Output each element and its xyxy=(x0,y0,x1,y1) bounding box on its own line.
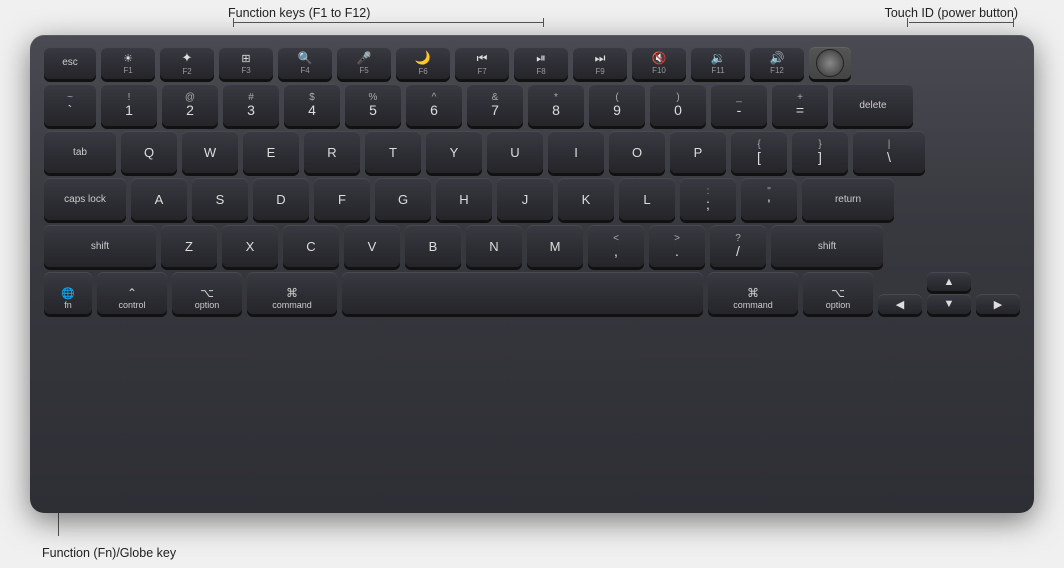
key-b[interactable]: B xyxy=(405,225,461,267)
key-equals[interactable]: + = xyxy=(772,84,828,126)
key-bracket-open[interactable]: { [ xyxy=(731,131,787,173)
key-arrow-down[interactable]: ▼ xyxy=(927,294,971,314)
touchid-line xyxy=(909,22,1014,23)
key-h[interactable]: H xyxy=(436,178,492,220)
key-period[interactable]: > . xyxy=(649,225,705,267)
key-minus[interactable]: _ - xyxy=(711,84,767,126)
key-y[interactable]: Y xyxy=(426,131,482,173)
key-e[interactable]: E xyxy=(243,131,299,173)
key-v[interactable]: V xyxy=(344,225,400,267)
key-tab[interactable]: tab xyxy=(44,131,116,173)
key-f1[interactable]: ☀ F1 xyxy=(101,47,155,79)
key-delete[interactable]: delete xyxy=(833,84,913,126)
key-r[interactable]: R xyxy=(304,131,360,173)
key-s[interactable]: S xyxy=(192,178,248,220)
key-arrow-left[interactable]: ◀ xyxy=(878,294,922,314)
key-n[interactable]: N xyxy=(466,225,522,267)
key-f4[interactable]: 🔍 F4 xyxy=(278,47,332,79)
key-arrow-up[interactable]: ▲ xyxy=(927,272,971,291)
key-backslash[interactable]: | \ xyxy=(853,131,925,173)
fn-globe-line xyxy=(58,511,59,536)
key-option-left[interactable]: ⌥ option xyxy=(172,272,242,314)
key-z[interactable]: Z xyxy=(161,225,217,267)
fn-globe-annotation: Function (Fn)/Globe key xyxy=(42,546,176,560)
key-i[interactable]: I xyxy=(548,131,604,173)
fn-keys-annotation: Function keys (F1 to F12) xyxy=(228,6,370,20)
key-shift-right[interactable]: shift xyxy=(771,225,883,267)
key-2[interactable]: @ 2 xyxy=(162,84,218,126)
key-5[interactable]: % 5 xyxy=(345,84,401,126)
key-quote[interactable]: " ' xyxy=(741,178,797,220)
key-fn[interactable]: 🌐 fn xyxy=(44,272,92,314)
key-f10[interactable]: 🔇 F10 xyxy=(632,47,686,79)
tid-line-left xyxy=(1013,18,1014,27)
key-1[interactable]: ! 1 xyxy=(101,84,157,126)
key-3[interactable]: # 3 xyxy=(223,84,279,126)
key-u[interactable]: U xyxy=(487,131,543,173)
key-capslock[interactable]: caps lock xyxy=(44,178,126,220)
key-q[interactable]: Q xyxy=(121,131,177,173)
key-0[interactable]: ) 0 xyxy=(650,84,706,126)
function-key-row: esc ☀ F1 ✦ F2 ⊞ F3 🔍 F4 🎤 F5 🌙 F6 ⏮ F7 xyxy=(44,47,1020,79)
key-7[interactable]: & 7 xyxy=(467,84,523,126)
key-f9[interactable]: ⏭ F9 xyxy=(573,47,627,79)
key-w[interactable]: W xyxy=(182,131,238,173)
key-tilde[interactable]: ~ ` xyxy=(44,84,96,126)
qwerty-row: tab Q W E R T Y U I O P { [ } ] | \ xyxy=(44,131,1020,173)
tid-line-right xyxy=(907,18,908,27)
key-g[interactable]: G xyxy=(375,178,431,220)
arrow-key-group: ▲ ◀ ▼ ▶ xyxy=(878,272,1020,314)
key-9[interactable]: ( 9 xyxy=(589,84,645,126)
key-f[interactable]: F xyxy=(314,178,370,220)
fn-line-right xyxy=(543,18,544,27)
key-8[interactable]: * 8 xyxy=(528,84,584,126)
key-a[interactable]: A xyxy=(131,178,187,220)
key-k[interactable]: K xyxy=(558,178,614,220)
bottom-row: 🌐 fn ⌃ control ⌥ option ⌘ command ⌘ comm… xyxy=(44,272,1020,314)
key-touchid[interactable] xyxy=(809,47,851,79)
key-c[interactable]: C xyxy=(283,225,339,267)
key-control[interactable]: ⌃ control xyxy=(97,272,167,314)
key-p[interactable]: P xyxy=(670,131,726,173)
key-d[interactable]: D xyxy=(253,178,309,220)
touchid-circle xyxy=(816,49,844,77)
key-f11[interactable]: 🔉 F11 xyxy=(691,47,745,79)
key-slash[interactable]: ? / xyxy=(710,225,766,267)
key-f12[interactable]: 🔊 F12 xyxy=(750,47,804,79)
key-option-right[interactable]: ⌥ option xyxy=(803,272,873,314)
key-f2[interactable]: ✦ F2 xyxy=(160,47,214,79)
key-t[interactable]: T xyxy=(365,131,421,173)
key-command-left[interactable]: ⌘ command xyxy=(247,272,337,314)
key-semicolon[interactable]: : ; xyxy=(680,178,736,220)
keyboard: esc ☀ F1 ✦ F2 ⊞ F3 🔍 F4 🎤 F5 🌙 F6 ⏮ F7 xyxy=(30,35,1034,513)
key-f8[interactable]: ⏯ F8 xyxy=(514,47,568,79)
key-space[interactable] xyxy=(342,272,703,314)
key-f6[interactable]: 🌙 F6 xyxy=(396,47,450,79)
key-o[interactable]: O xyxy=(609,131,665,173)
fn-keys-line xyxy=(233,22,543,23)
asdf-row: caps lock A S D F G H J K L : ; " ' retu… xyxy=(44,178,1020,220)
key-4[interactable]: $ 4 xyxy=(284,84,340,126)
key-comma[interactable]: < , xyxy=(588,225,644,267)
key-arrow-right[interactable]: ▶ xyxy=(976,294,1020,314)
key-6[interactable]: ^ 6 xyxy=(406,84,462,126)
key-j[interactable]: J xyxy=(497,178,553,220)
touchid-annotation: Touch ID (power button) xyxy=(885,6,1018,20)
key-return[interactable]: return xyxy=(802,178,894,220)
key-shift-left[interactable]: shift xyxy=(44,225,156,267)
fn-line-left xyxy=(233,18,234,27)
key-esc[interactable]: esc xyxy=(44,47,96,79)
key-f5[interactable]: 🎤 F5 xyxy=(337,47,391,79)
key-f7[interactable]: ⏮ F7 xyxy=(455,47,509,79)
zxcv-row: shift Z X C V B N M < , > . ? / shif xyxy=(44,225,1020,267)
key-x[interactable]: X xyxy=(222,225,278,267)
key-m[interactable]: M xyxy=(527,225,583,267)
key-command-right[interactable]: ⌘ command xyxy=(708,272,798,314)
key-f3[interactable]: ⊞ F3 xyxy=(219,47,273,79)
number-row: ~ ` ! 1 @ 2 # 3 $ 4 xyxy=(44,84,1020,126)
key-l[interactable]: L xyxy=(619,178,675,220)
key-bracket-close[interactable]: } ] xyxy=(792,131,848,173)
